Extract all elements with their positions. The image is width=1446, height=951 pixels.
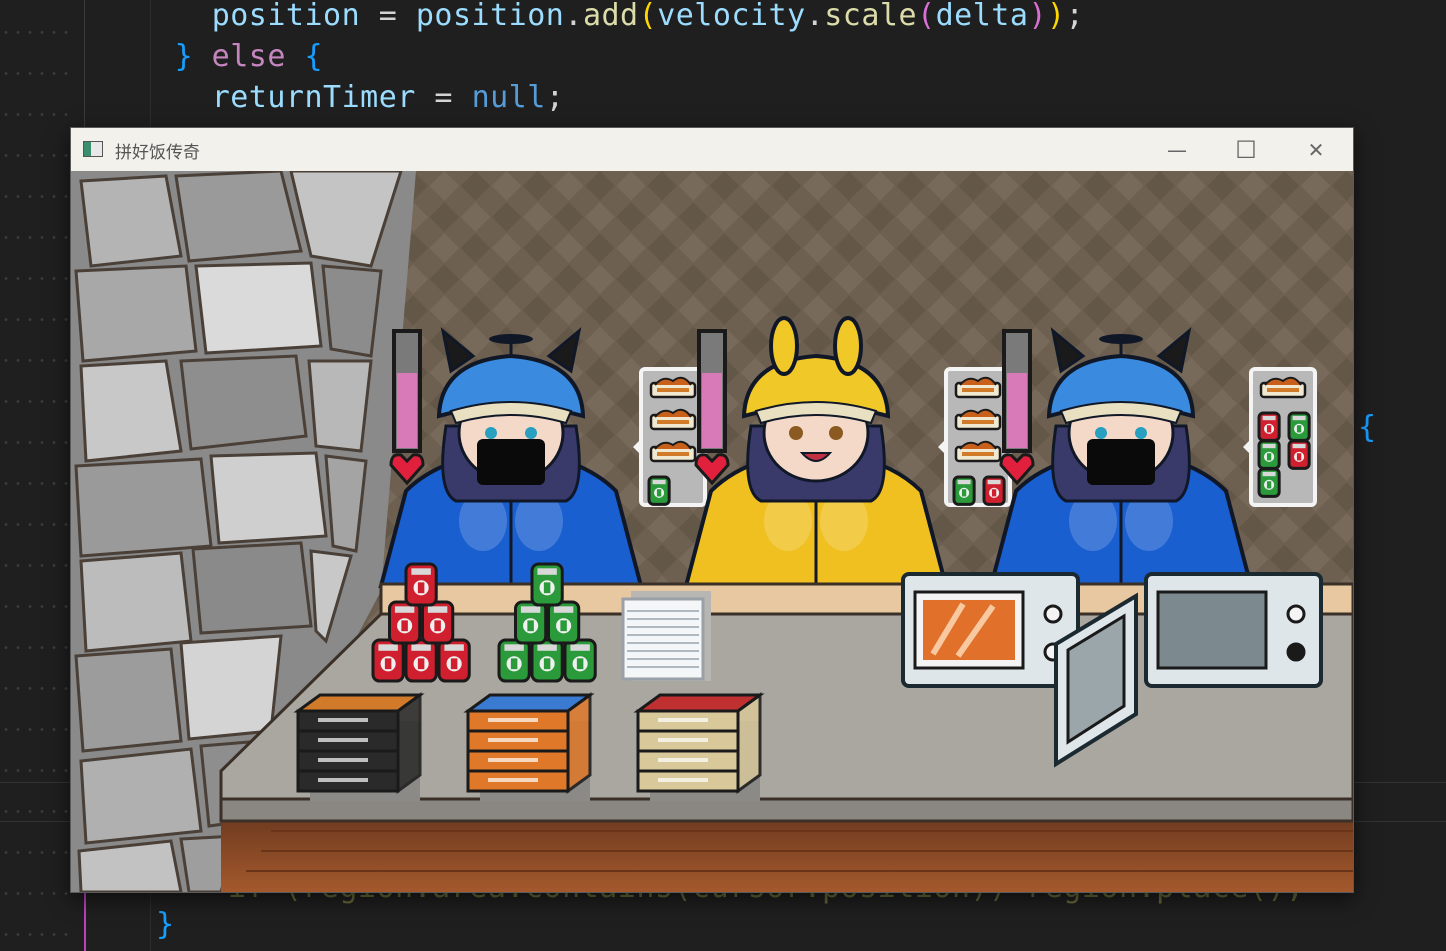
green-can-icon (1287, 411, 1311, 442)
code-token: velocity (657, 0, 806, 33)
game-scene (71, 171, 1353, 892)
green-can-icon (1257, 467, 1281, 498)
bunny-ear (833, 316, 863, 376)
close-button[interactable]: ✕ (1291, 133, 1341, 167)
code-brace: { (1358, 410, 1377, 445)
black-box-stack (293, 692, 425, 801)
code-token: = (360, 0, 416, 33)
code-token: ( (638, 0, 658, 33)
patience-meter (694, 329, 730, 486)
red-can-icon (1257, 411, 1281, 442)
code-token: { (304, 39, 324, 74)
code-token: position (415, 0, 565, 33)
code-token: ) (1047, 0, 1066, 33)
code-token: ( (917, 0, 936, 33)
orange-box-stack (463, 692, 595, 801)
code-token: ; (1065, 0, 1085, 33)
code-token: ; (545, 80, 565, 115)
patience-meter (389, 329, 425, 486)
patience-fill (397, 373, 417, 448)
green-can-icon (952, 475, 976, 506)
code-token: null (471, 80, 546, 115)
code-brace-bottom: } (156, 907, 175, 942)
title-bar[interactable]: 拼好饭传奇 — ☐ ✕ (71, 128, 1353, 171)
bunny-ear (769, 316, 799, 376)
code-token: . (805, 0, 825, 33)
code-line-2[interactable]: } else { (156, 37, 323, 77)
code-token: = (415, 80, 472, 115)
green-can-icon (1257, 439, 1281, 470)
indent-dots (0, 0, 70, 951)
code-token: . (564, 0, 583, 33)
beige-box-stack (633, 692, 765, 801)
patience-fill (1007, 373, 1027, 448)
patience-fill (702, 373, 722, 448)
red-can-icon (982, 475, 1006, 506)
red-can-icon (1287, 439, 1311, 470)
code-token: delta (935, 0, 1029, 33)
code-token: else (193, 39, 305, 74)
microwave-closed (901, 572, 1080, 688)
window-title: 拼好饭传奇 (115, 143, 200, 163)
propeller (1099, 334, 1143, 344)
code-line-1[interactable]: position = position.add(velocity.scale(d… (156, 0, 1084, 36)
code-token: position (211, 0, 361, 33)
propeller (489, 334, 533, 344)
customers (378, 316, 1317, 588)
microwave-cavity (1156, 590, 1268, 670)
code-token: scale (824, 0, 918, 33)
code-token: add (582, 0, 639, 33)
order-bubble (633, 367, 707, 507)
code-token: } (174, 39, 194, 74)
wooden-floor (221, 816, 1353, 892)
code-token: ) (1028, 0, 1047, 33)
code-line-3[interactable]: returnTimer = null; (156, 78, 564, 118)
game-canvas[interactable] (71, 171, 1353, 892)
order-bubble (1243, 367, 1317, 507)
plate-stack (621, 591, 711, 681)
code-token: returnTimer (211, 80, 416, 115)
customer-mask (1087, 439, 1155, 485)
minimize-button[interactable]: — (1152, 133, 1202, 167)
maximize-button[interactable]: ☐ (1221, 133, 1271, 167)
patience-meter (999, 329, 1035, 486)
order-bubble (938, 367, 1012, 507)
game-window: 拼好饭传奇 — ☐ ✕ (70, 127, 1354, 893)
green-can-icon (647, 475, 671, 506)
app-icon (83, 141, 103, 157)
customer-mask (477, 439, 545, 485)
